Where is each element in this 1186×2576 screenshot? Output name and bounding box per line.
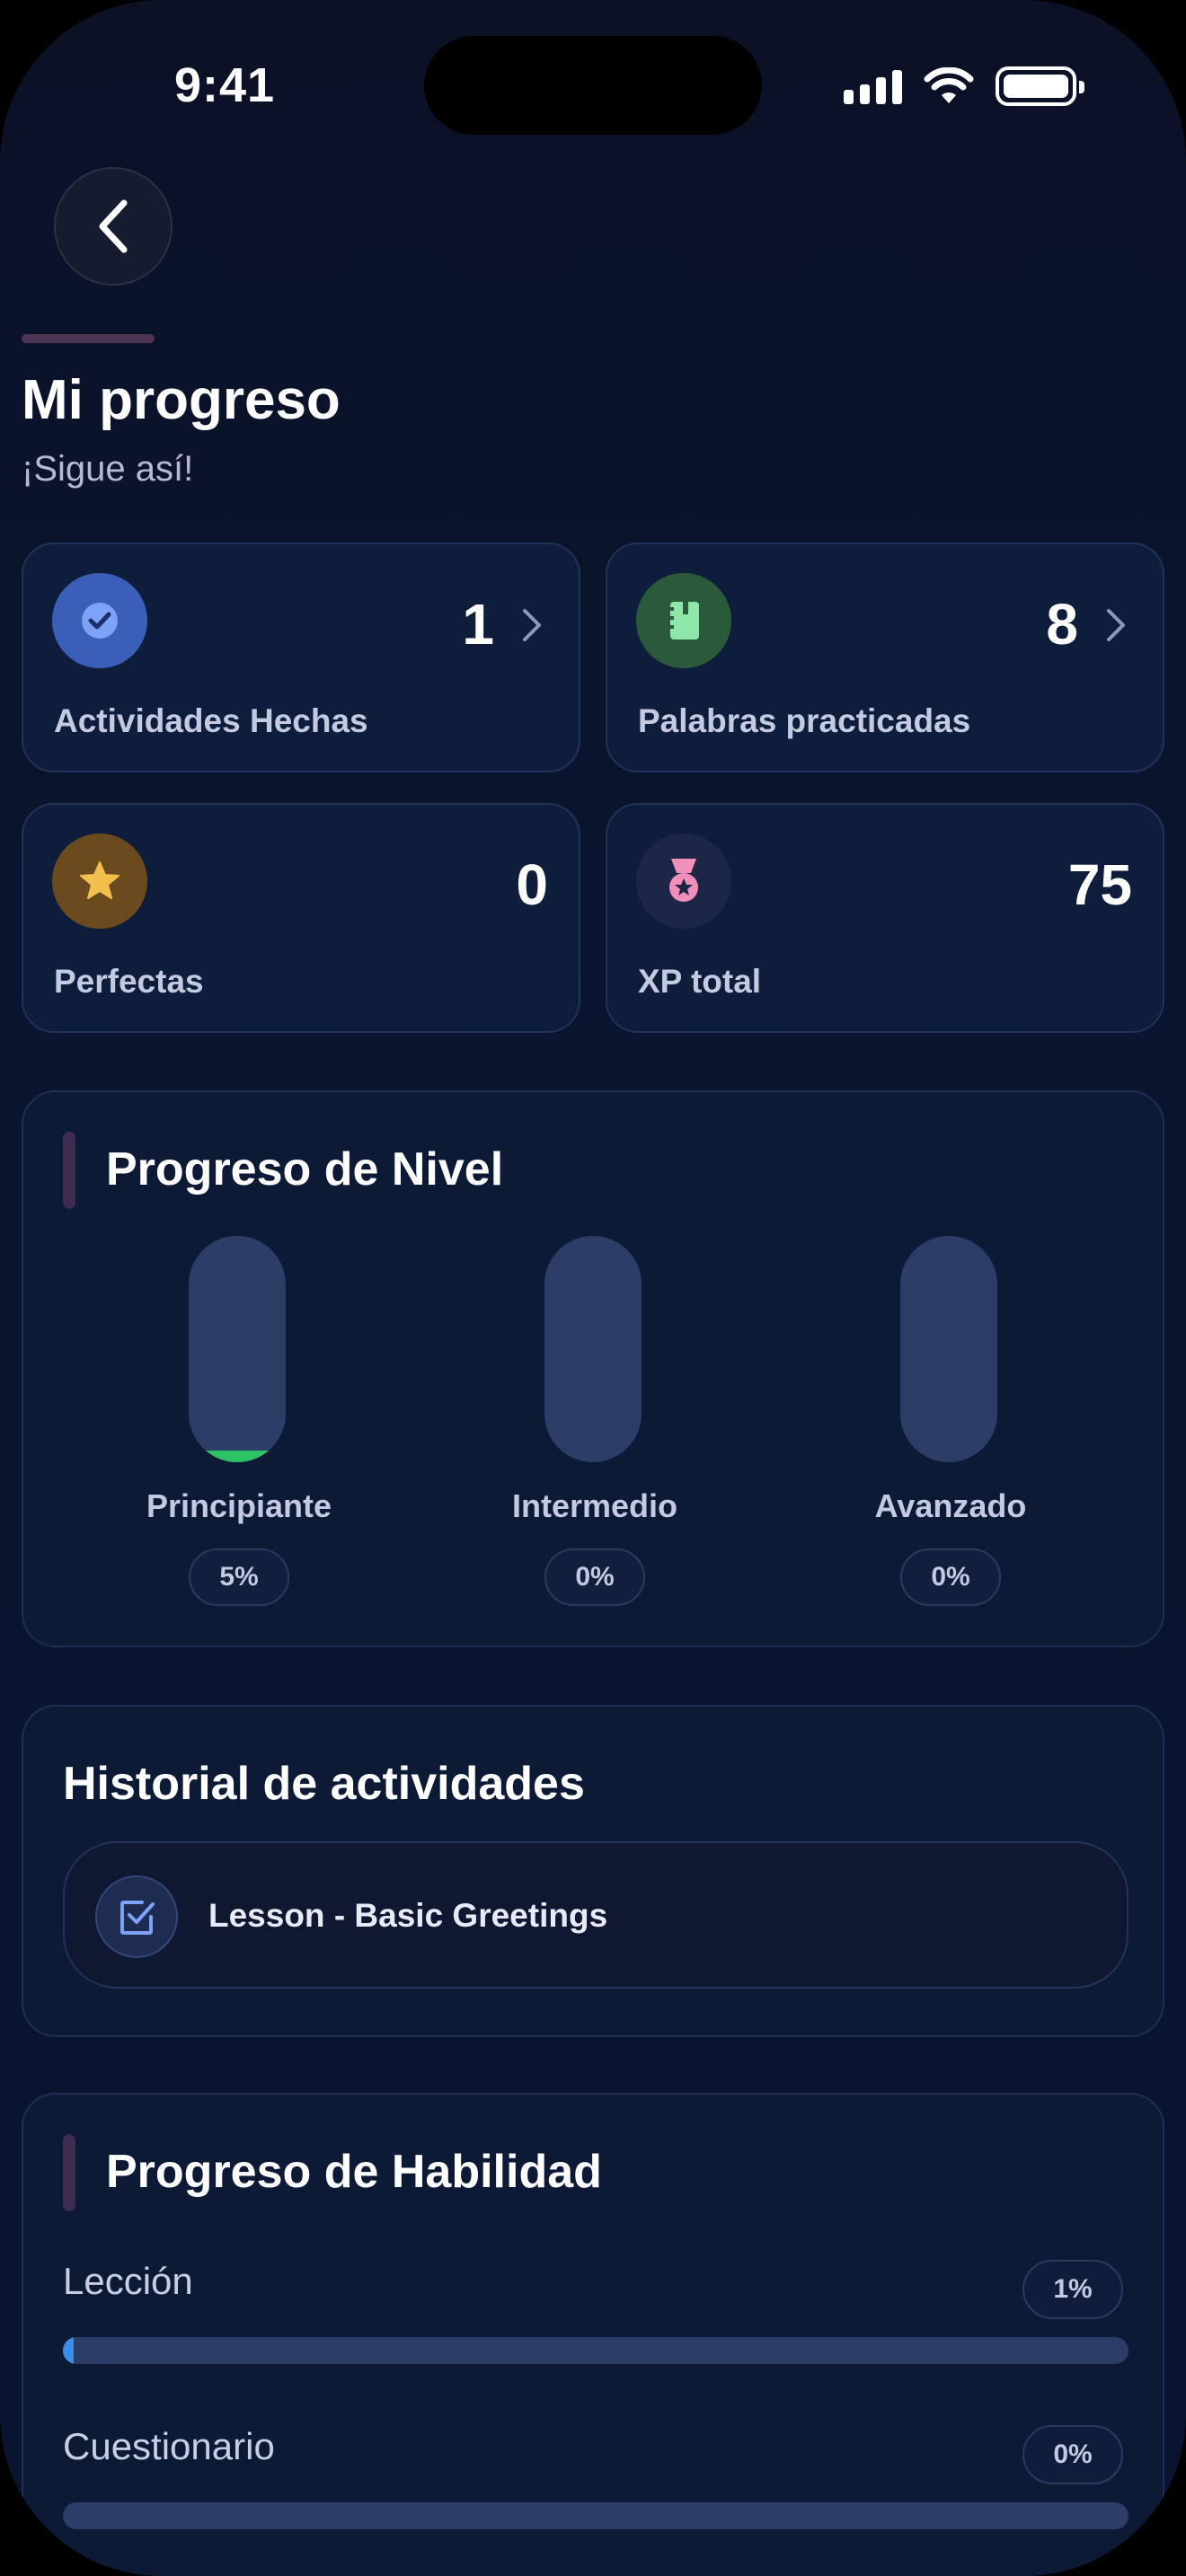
- level-bar-fill: [189, 1451, 286, 1462]
- history-item[interactable]: Lesson - Basic Greetings: [63, 1841, 1128, 1989]
- level-name: Principiante: [146, 1487, 332, 1524]
- level-bar-track: [189, 1236, 286, 1462]
- level-percent-badge: 0%: [900, 1548, 1001, 1606]
- stat-value: 1: [462, 592, 494, 657]
- stat-label: Perfectas: [54, 963, 204, 1000]
- wifi-icon: [924, 67, 974, 103]
- checkbox-icon: [95, 1875, 178, 1958]
- stat-value: 75: [1067, 852, 1132, 917]
- level-name: Avanzado: [874, 1487, 1027, 1524]
- skill-bar-track: [63, 2337, 1128, 2364]
- stat-card-activities[interactable]: 1 Actividades Hechas: [22, 543, 580, 772]
- page-title: Mi progreso: [22, 369, 341, 431]
- phone-screen: 9:41 Mi progreso ¡Sigue así! 1 Actividad…: [0, 0, 1186, 2576]
- section-accent: [63, 2134, 75, 2211]
- chevron-right-icon: [523, 609, 541, 641]
- section-accent: [63, 1132, 75, 1209]
- section-title: Progreso de Habilidad: [106, 2146, 602, 2198]
- status-time: 9:41: [174, 58, 276, 112]
- activity-history-card: Historial de actividades Lesson - Basic …: [22, 1705, 1164, 2037]
- level-bar-track: [544, 1236, 642, 1462]
- level-name: Intermedio: [511, 1487, 678, 1524]
- star-icon: [52, 834, 147, 929]
- history-item-label: Lesson - Basic Greetings: [208, 1897, 608, 1934]
- stat-value: 0: [516, 852, 548, 917]
- stat-card-perfect: 0 Perfectas: [22, 803, 580, 1033]
- chevron-left-icon: [99, 199, 128, 253]
- title-accent-line: [22, 334, 155, 343]
- skill-bar-fill: [63, 2337, 74, 2364]
- chevron-right-icon: [1107, 609, 1125, 641]
- skill-percent-badge: 1%: [1022, 2260, 1123, 2319]
- stat-label: Palabras practicadas: [638, 702, 971, 739]
- battery-icon: [996, 66, 1084, 106]
- skill-name: Cuestionario: [63, 2425, 275, 2467]
- skill-percent-badge: 0%: [1022, 2425, 1123, 2484]
- section-title: Historial de actividades: [63, 1758, 585, 1810]
- dynamic-island: [424, 36, 762, 135]
- section-title: Progreso de Nivel: [106, 1143, 504, 1195]
- stat-value: 8: [1046, 592, 1078, 657]
- stat-label: Actividades Hechas: [54, 702, 368, 739]
- skill-bar-track: [63, 2502, 1128, 2529]
- level-percent-badge: 0%: [544, 1548, 645, 1606]
- stat-card-xp: 75 XP total: [606, 803, 1164, 1033]
- cellular-signal-icon: [844, 68, 902, 104]
- skill-name: Lección: [63, 2260, 193, 2302]
- level-progress-card: Progreso de Nivel Principiante 5% Interm…: [22, 1090, 1164, 1647]
- notebook-icon: [636, 573, 731, 668]
- page-subtitle: ¡Sigue así!: [22, 449, 194, 489]
- level-bar-track: [900, 1236, 997, 1462]
- back-button[interactable]: [54, 167, 173, 286]
- stat-label: XP total: [638, 963, 762, 1000]
- stat-card-words[interactable]: 8 Palabras practicadas: [606, 543, 1164, 772]
- skill-progress-card: Progreso de Habilidad Lección 1% Cuestio…: [22, 2093, 1164, 2576]
- level-percent-badge: 5%: [189, 1548, 289, 1606]
- check-circle-icon: [52, 573, 147, 668]
- medal-icon: [636, 834, 731, 929]
- status-icons: [844, 66, 1084, 106]
